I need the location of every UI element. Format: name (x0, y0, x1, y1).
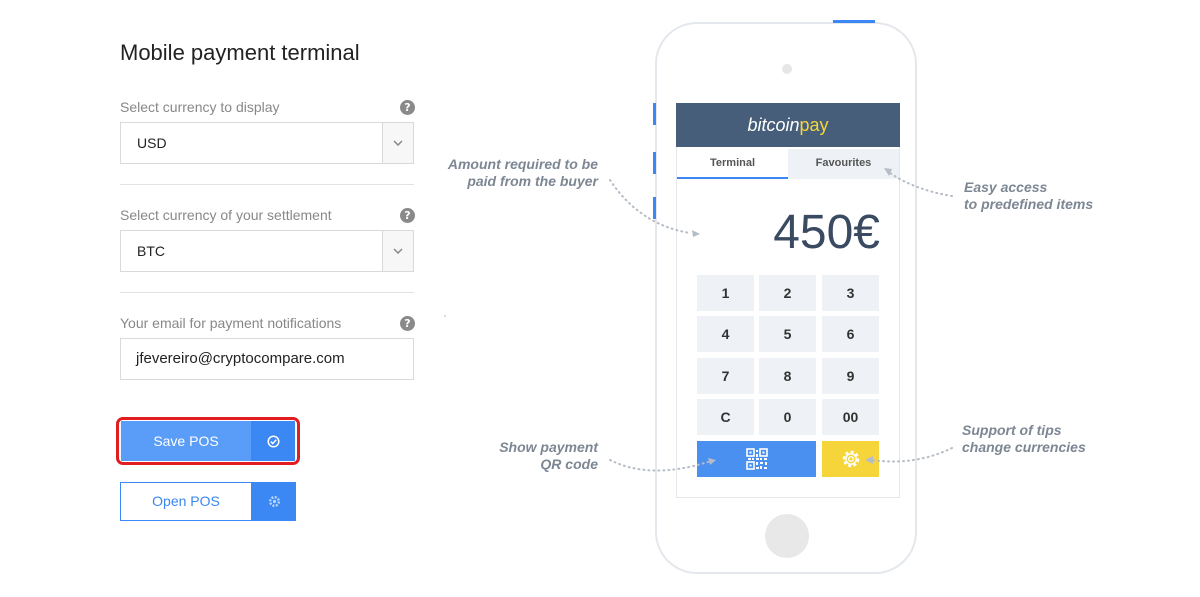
arrow-tips (871, 447, 953, 463)
arrowhead (708, 458, 716, 465)
arrow-qr (609, 459, 709, 472)
callout-arrows (444, 168, 953, 472)
arrow-amount (609, 179, 691, 234)
stray-dot (444, 315, 446, 317)
arrowhead (884, 168, 892, 176)
arrowhead (692, 230, 700, 237)
arrow-favourites (889, 172, 953, 197)
arrowhead (865, 456, 873, 464)
